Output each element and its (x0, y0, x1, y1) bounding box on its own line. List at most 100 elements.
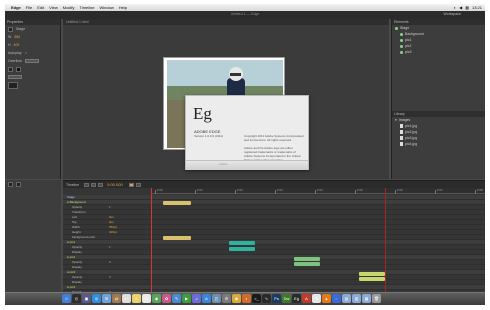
keyframe-transition-bar[interactable] (294, 256, 320, 261)
menu-window[interactable]: Window (100, 5, 114, 10)
keyframe-transition-bar[interactable] (359, 272, 385, 276)
menu-timeline[interactable]: Timeline (80, 5, 95, 10)
vlc-icon[interactable]: ▲ (322, 294, 331, 303)
facetime-icon[interactable]: ▶ (182, 294, 191, 303)
visibility-icon[interactable] (395, 26, 398, 30)
status-icon-1[interactable]: ◐ (454, 5, 456, 10)
contacts-icon[interactable]: @ (112, 294, 121, 303)
row-value[interactable]: 550px (109, 225, 131, 229)
go-to-start-icon[interactable] (84, 182, 90, 187)
system-preferences-icon[interactable]: ⚙ (222, 294, 231, 303)
mission-control-icon[interactable]: ▣ (82, 294, 91, 303)
lock-icon[interactable] (8, 181, 13, 187)
timecode-display[interactable]: 0:00.000 (107, 182, 123, 187)
keyframe-transition-bar[interactable] (359, 277, 385, 282)
trash-icon[interactable]: 🗑 (372, 294, 381, 303)
visibility-icon[interactable] (400, 50, 403, 54)
color-swatch[interactable] (8, 66, 13, 72)
row-value[interactable]: 0 (109, 275, 131, 279)
chat-icon[interactable]: ◌ (332, 294, 341, 303)
terminal-icon[interactable]: >_ (252, 294, 261, 303)
workspace-selector[interactable]: Workspace (444, 12, 461, 16)
desktop-screen: Edge File Edit View Modify Timeline Wind… (5, 4, 485, 305)
messages-icon[interactable]: ✎ (172, 294, 181, 303)
dashboard-icon[interactable]: ◴ (72, 294, 81, 303)
downloads-icon[interactable]: ▤ (342, 294, 351, 303)
menu-edit[interactable]: Edit (37, 5, 44, 10)
prop-label: W (8, 35, 12, 39)
elements-spacer (392, 55, 485, 111)
reminders-icon[interactable]: ☑ (142, 294, 151, 303)
dreamweaver-icon[interactable]: Dw (282, 294, 291, 303)
play-icon[interactable] (91, 182, 97, 187)
document-tab[interactable]: Untitled-1.html (63, 19, 389, 25)
ruler-tick (235, 190, 236, 194)
stage-color-swatch[interactable] (8, 26, 13, 32)
finder-icon[interactable]: ☺ (62, 294, 71, 303)
status-icon-3[interactable]: ▦ (465, 5, 469, 10)
volume-icon[interactable]: ◀ (459, 5, 462, 10)
stage-height-value[interactable]: 400 (14, 43, 20, 47)
app-store-icon[interactable]: A (202, 294, 211, 303)
color-swatch[interactable] (16, 66, 21, 72)
activity-monitor-icon[interactable]: ∿ (262, 294, 271, 303)
firefox-icon[interactable]: ◐ (242, 294, 251, 303)
documents-icon[interactable]: ▥ (352, 294, 361, 303)
library-file[interactable]: pic4.jpg (392, 141, 485, 147)
row-value[interactable]: 400px (109, 230, 131, 234)
maps-icon[interactable]: ◆ (152, 294, 161, 303)
row-value[interactable]: 0px (109, 220, 131, 224)
go-to-end-icon[interactable] (98, 182, 104, 187)
keyframe-transition-bar[interactable] (163, 236, 191, 241)
menu-help[interactable]: Help (119, 5, 127, 10)
mail-icon[interactable]: ✉ (102, 294, 111, 303)
image-file-icon (400, 142, 403, 146)
photos-icon[interactable]: ✿ (162, 294, 171, 303)
menu-modify[interactable]: Modify (63, 5, 75, 10)
visibility-icon[interactable] (400, 32, 403, 36)
overflow-dropdown[interactable] (24, 59, 39, 63)
ruler-tick (195, 190, 196, 194)
row-label: Width (72, 225, 80, 229)
autoplay-checkbox[interactable]: ✓ (25, 51, 28, 55)
timeline-tab[interactable]: Timeline (66, 183, 79, 187)
calendar-icon[interactable]: 17 (122, 294, 131, 303)
visibility-icon[interactable] (400, 44, 403, 48)
row-value[interactable]: 1 (109, 245, 131, 249)
chrome-icon[interactable]: ◉ (232, 294, 241, 303)
textedit-icon[interactable]: ✎ (312, 294, 321, 303)
preview-icon[interactable]: ◰ (212, 294, 221, 303)
eye-icon[interactable] (16, 181, 21, 187)
keyframe-transition-bar[interactable] (163, 200, 191, 205)
notes-icon[interactable]: ≡ (132, 294, 141, 303)
end-marker[interactable] (385, 188, 386, 293)
keyframe-transition-bar[interactable] (294, 261, 320, 266)
timeline-ruler[interactable]: 0:00 0:01 0:02 0:03 0:04 0:05 0:06 0:07 0:08 (151, 188, 485, 194)
keyframe-transition-bar[interactable] (229, 241, 255, 246)
playhead[interactable] (151, 188, 152, 293)
applications-icon[interactable]: ▦ (362, 294, 371, 303)
row-value[interactable]: 0px (109, 215, 131, 219)
about-splash-screen[interactable]: Eg ADOBE EDGE Version 1.0.0.9 (3111) Cop… (185, 95, 309, 170)
clock[interactable]: 13:21 (472, 5, 482, 10)
row-value[interactable]: 0 (109, 260, 131, 264)
menu-view[interactable]: View (49, 5, 58, 10)
itunes-icon[interactable]: ♫ (192, 294, 201, 303)
keyframe-transition-bar[interactable] (229, 246, 255, 251)
image-file-icon (400, 136, 403, 140)
transition-icon[interactable] (135, 182, 141, 187)
visibility-icon[interactable] (400, 38, 403, 42)
menu-app-name[interactable]: Edge (11, 5, 21, 10)
transform-origin-widget[interactable] (8, 81, 18, 89)
auto-keyframe-icon[interactable] (128, 182, 134, 187)
row-value[interactable]: 1 (109, 205, 131, 209)
acrobat-icon[interactable]: A (302, 294, 311, 303)
option-dropdown[interactable] (8, 75, 22, 79)
edge-icon[interactable]: Eg (292, 294, 301, 303)
photoshop-icon[interactable]: Ps (272, 294, 281, 303)
ruler-label: 0:02 (237, 188, 243, 192)
stage-width-value[interactable]: 550 (14, 35, 20, 39)
menu-file[interactable]: File (26, 5, 32, 10)
prop-label: Stage (16, 27, 26, 31)
safari-icon[interactable]: ◎ (92, 294, 101, 303)
